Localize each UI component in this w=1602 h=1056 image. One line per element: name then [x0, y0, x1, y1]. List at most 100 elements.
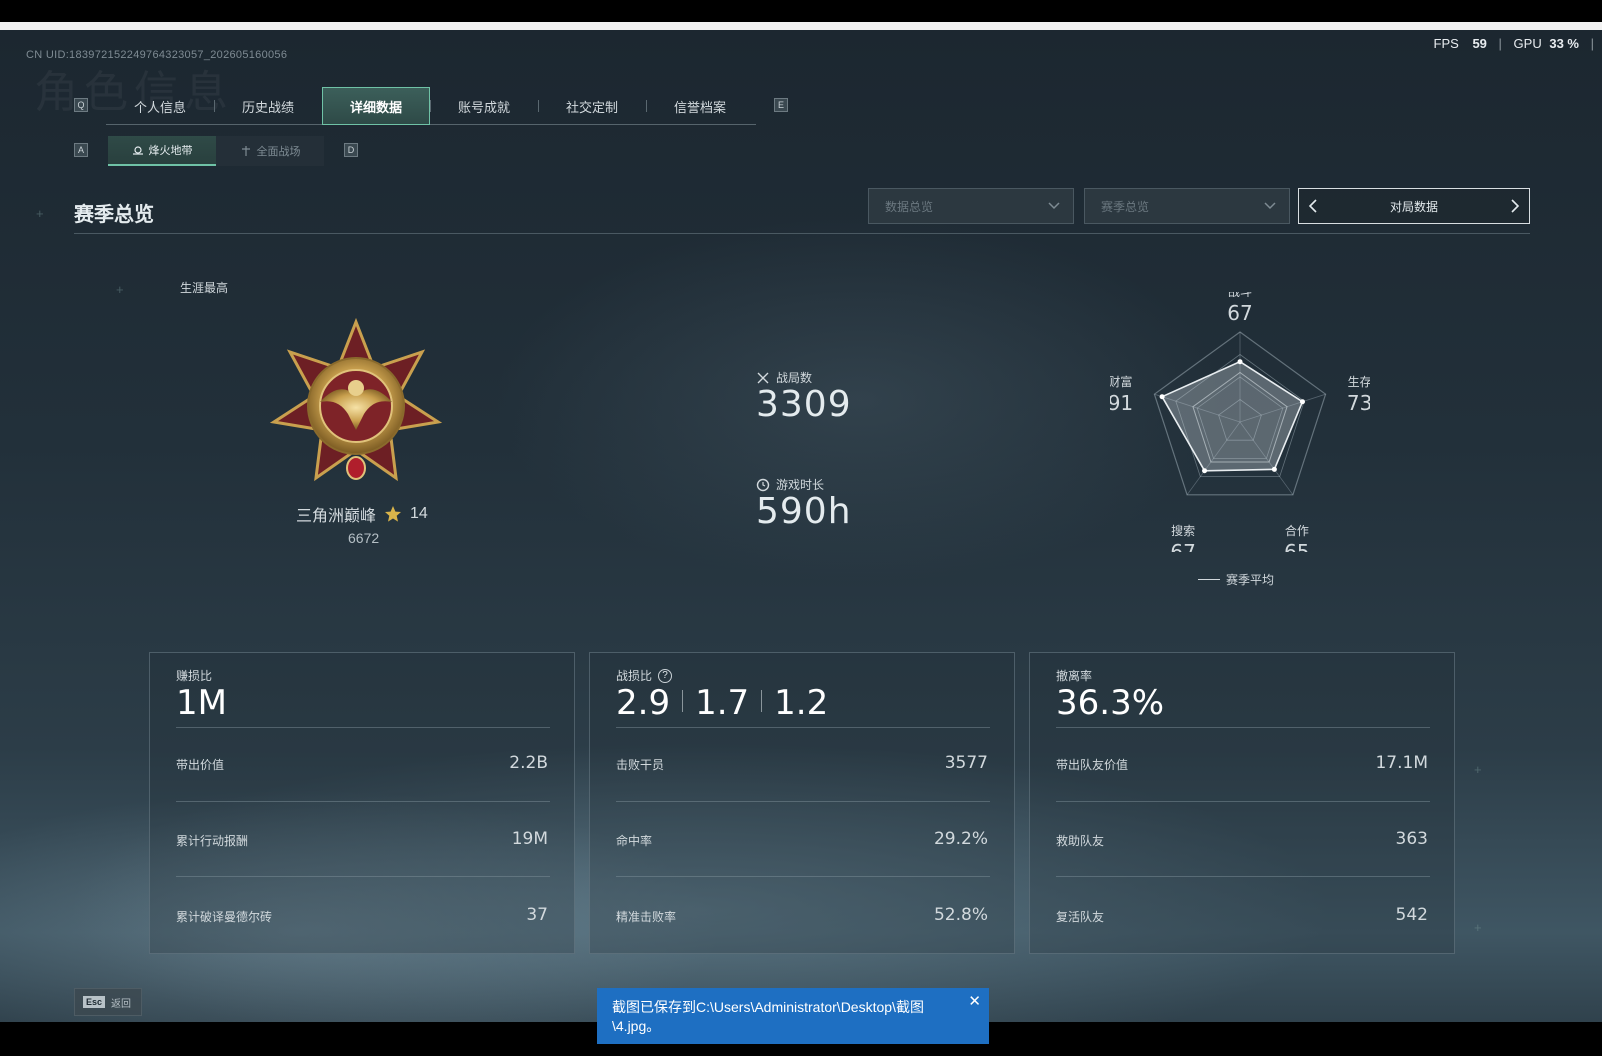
legend-label: 赛季平均 [1226, 573, 1275, 587]
key-hint-d: D [344, 143, 358, 157]
career-highest-label: 生涯最高 [180, 281, 229, 295]
rank-score: 6672 [348, 530, 380, 546]
row-label: 带出价值 [176, 758, 225, 772]
tab-detailed-data[interactable]: 详细数据 [322, 87, 430, 125]
screenshot-saved-toast: 截图已保存到C:\Users\Administrator\Desktop\截图\… [597, 988, 989, 1044]
performance-overlay: FPS 59 | GPU 33 % | [1434, 36, 1602, 51]
row-value: 17.1M [1375, 753, 1428, 773]
chevron-right-icon [1511, 199, 1520, 213]
radar-value-point [1271, 466, 1277, 472]
radar-axis-label: 战斗 [1228, 292, 1252, 299]
perf-separator: | [1590, 36, 1594, 51]
perf-separator: | [1498, 36, 1502, 51]
rank-stars: 14 [410, 505, 428, 522]
hud-crosshair-mark: + [36, 206, 44, 221]
row-value: 29.2% [933, 829, 988, 849]
extraction-rate-card: 撤离率 36.3% 带出队友价值 17.1M 救助队友 363 复活队友 542 [1029, 652, 1455, 954]
clock-icon [756, 478, 770, 491]
rank-name: 三角洲巅峰 [296, 508, 377, 525]
hud-crosshair-mark: + [116, 282, 124, 297]
radar-axis-label: 生存 [1348, 375, 1370, 389]
row-value: 19M [511, 829, 548, 849]
fps-label: FPS [1433, 36, 1459, 51]
kd-value-2: 1.7 [695, 683, 750, 723]
row-label: 精准击败率 [616, 910, 677, 924]
radar-axis-value: 73 [1347, 391, 1370, 415]
chevron-down-icon [1048, 202, 1060, 210]
row-value: 363 [1395, 829, 1428, 849]
crossed-swords-icon [757, 372, 769, 383]
row-label: 击败干员 [616, 758, 665, 772]
hazard-zone-icon [132, 146, 143, 155]
value-separator [761, 690, 763, 712]
help-icon[interactable]: ? [658, 668, 673, 683]
hud-crosshair-mark: + [1474, 762, 1482, 777]
kd-value-1: 2.9 [616, 683, 671, 723]
row-label: 救助队友 [1056, 834, 1105, 848]
back-button[interactable]: Esc 返回 [74, 988, 142, 1016]
radar-axis-label: 财富 [1110, 374, 1132, 389]
card-main-value: 2.9 1.7 1.2 [616, 683, 828, 723]
row-label: 命中率 [616, 834, 653, 848]
tab-social-customization[interactable]: 社交定制 [538, 87, 646, 125]
tab-account-achievements[interactable]: 账号成就 [430, 87, 538, 125]
radar-axis-label: 合作 [1285, 523, 1309, 538]
rank-medal-icon [270, 318, 442, 482]
section-title: 赛季总览 [74, 204, 154, 226]
ability-radar-chart: 战斗 67 生存 73 合作 65 搜索 67 财富 91 [1110, 292, 1370, 552]
key-hint-q: Q [74, 98, 88, 112]
prev-button[interactable] [1299, 189, 1327, 223]
row-value: 3577 [944, 753, 988, 773]
rank-name-line: 三角洲巅峰 14 [296, 502, 428, 526]
row-divider [1056, 801, 1430, 802]
profit-loss-card: 赚损比 1M 带出价值 2.2B 累计行动报酬 19M 累计破译曼德尔砖 37 [149, 652, 575, 954]
row-label: 复活队友 [1056, 910, 1105, 924]
pager-label: 对局数据 [1389, 199, 1438, 214]
mode-subtabs: 烽火地带 全面战场 [108, 136, 324, 166]
card-title-text: 战损比 [616, 669, 653, 683]
row-divider [176, 801, 550, 802]
gpu-value: 33 % [1549, 36, 1579, 51]
radar-value-point [1299, 399, 1305, 405]
card-main-value: 1M [176, 683, 227, 723]
chevron-left-icon [1308, 199, 1317, 213]
radar-value-point [1202, 468, 1208, 474]
subtab-label: 烽火地带 [148, 145, 193, 157]
tab-credit-profile[interactable]: 信誉档案 [646, 87, 754, 125]
key-hint-e: E [774, 98, 788, 112]
row-divider [616, 727, 990, 728]
subtab-full-battlefield[interactable]: 全面战场 [216, 136, 324, 166]
close-icon[interactable]: ✕ [968, 992, 981, 1011]
subtab-hazard-zone[interactable]: 烽火地带 [108, 136, 216, 166]
chevron-down-icon [1264, 202, 1276, 210]
dropdown-value: 数据总览 [885, 199, 934, 214]
radar-value-point [1237, 359, 1243, 365]
kd-ratio-card: 战损比 ? 2.9 1.7 1.2 击败干员 3577 命中率 29.2% 精准击败… [589, 652, 1015, 954]
row-label: 累计行动报酬 [176, 834, 249, 848]
row-value: 2.2B [509, 753, 548, 773]
row-divider [616, 876, 990, 877]
key-hint-a: A [74, 143, 88, 157]
row-value: 52.8% [933, 905, 988, 925]
radar-axis-label: 搜索 [1171, 523, 1195, 538]
match-data-pager: 对局数据 [1298, 188, 1530, 224]
row-value: 37 [526, 905, 548, 925]
battlefield-icon [241, 146, 250, 156]
kd-value-3: 1.2 [774, 683, 829, 723]
subtab-label: 全面战场 [256, 146, 301, 158]
value-separator [682, 690, 684, 712]
season-overview-dropdown[interactable]: 赛季总览 [1084, 188, 1290, 224]
radar-axis-value: 91 [1110, 391, 1133, 415]
tab-match-history[interactable]: 历史战绩 [214, 87, 322, 125]
tab-personal-info[interactable]: 个人信息 [106, 87, 214, 125]
radar-value-polygon [1160, 360, 1304, 472]
row-divider [176, 876, 550, 877]
radar-axis-value: 67 [1227, 301, 1252, 325]
data-overview-dropdown[interactable]: 数据总览 [868, 188, 1074, 224]
next-button[interactable] [1501, 189, 1529, 223]
card-title: 撤离率 [1056, 669, 1093, 683]
row-divider [1056, 876, 1430, 877]
row-label: 累计破译曼德尔砖 [176, 910, 273, 924]
star-icon [385, 506, 402, 522]
toast-message: 截图已保存到C:\Users\Administrator\Desktop\截图\… [612, 999, 924, 1034]
